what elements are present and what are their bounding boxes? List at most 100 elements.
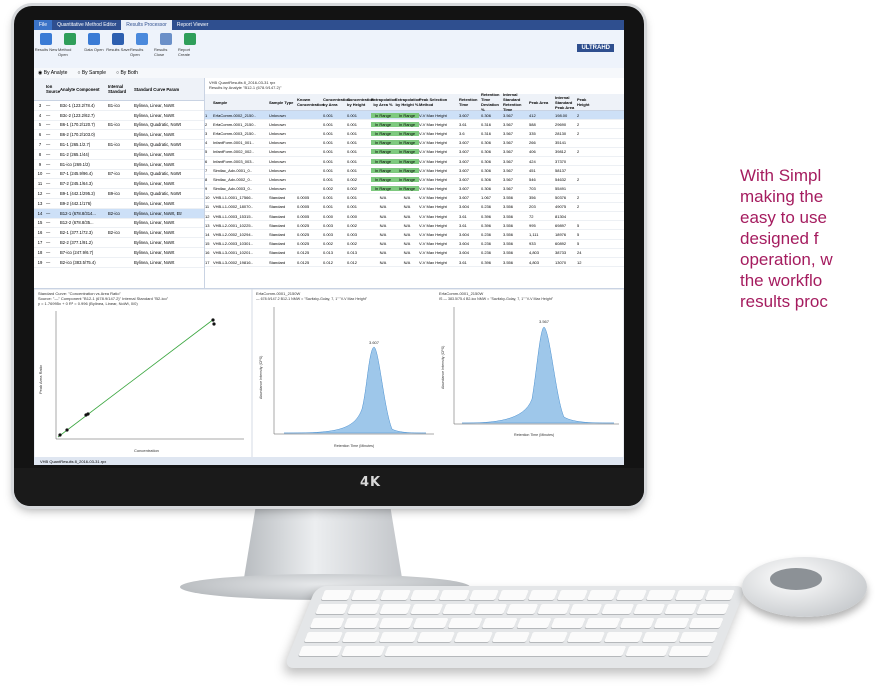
plots-panel: Standard Curve: "Concentration vs Area R… xyxy=(34,288,624,459)
analyte-row[interactable]: 8 — B1-2 (265.1/44) Bylinea, Linear, NoWt xyxy=(34,150,204,160)
analyte-row[interactable]: 6 — B6-2 (170.2/103.0) Bylinea, Linear, NoW… xyxy=(34,130,204,141)
grid-cell: N/A xyxy=(379,204,387,210)
grid-cell: In Range xyxy=(371,112,395,118)
ribbon: Results New Method Open Data Open Result… xyxy=(34,30,624,69)
grid-column-header[interactable]: Known Concentration xyxy=(297,97,324,107)
analyte-row[interactable]: 16— B2-1 (377.1/72.3) B2-ico Bylinea, Linea… xyxy=(34,228,204,239)
grid-cell: 0.003 xyxy=(323,222,334,228)
grid-column-header[interactable]: Concentration by Height xyxy=(347,97,374,107)
grid-cell: V-V Max Height xyxy=(419,158,447,164)
analyte-cell: 3 xyxy=(38,102,42,108)
grid-column-header[interactable]: Peak Selection Method xyxy=(419,97,459,107)
grid-row[interactable]: 9 Similac_Adv-0003_0.. Unknown 0.002 0.002 In… xyxy=(205,185,624,194)
analyte-row[interactable]: 13— B9-2 (442.1/176) Bylinea, Linear, NoWt xyxy=(34,199,204,209)
analyte-row[interactable]: 14— B12-1 (678.8/314... B2-ico Bylinea, Lin… xyxy=(34,208,204,219)
analyte-row[interactable]: 4 — B3c-2 (123.2/62.7) Bylinea, Linear, NoW… xyxy=(34,111,204,121)
tagline-line: results proc xyxy=(740,292,828,311)
grid-cell: 2 xyxy=(577,130,580,136)
grid-row[interactable]: 17 VHB-L3-0002_19816.. Standard 0.0125 0.012… xyxy=(205,258,624,268)
analyte-cell: — xyxy=(46,230,51,236)
grid-row[interactable]: 11 VHB-L1-0002_18070.. Standard 0.0005 0.001… xyxy=(205,203,624,213)
data-open-button[interactable]: Data Open xyxy=(82,30,106,68)
analyte-row[interactable]: 9 — B1-ico (269.1/2) Bylinea, Linear, NoWt xyxy=(34,160,204,170)
taskbar-results-file[interactable]: VHB QuantResults 8_2016-03-31.rpx xyxy=(40,459,106,464)
monitor-chin xyxy=(14,468,644,506)
grid-cell: 8 xyxy=(205,176,208,182)
grid-column-header[interactable]: Internal Standard Retention Time xyxy=(503,92,529,112)
grid-cell: 0.003 xyxy=(347,232,358,238)
grid-cell: In Range xyxy=(395,186,419,192)
analyte-row[interactable]: 15— B12-2 (678.8/35... Bylinea, Linear, No… xyxy=(34,219,204,229)
results-new-button[interactable]: Results New xyxy=(34,30,58,68)
results-new-icon xyxy=(40,33,52,45)
analyte-cell: Bylinea, Linear, NoWt xyxy=(134,259,175,265)
radio-by-sample[interactable]: ○ By Sample xyxy=(77,70,106,76)
grid-row[interactable]: 13 VHB-L2-0001_10225.. Standard 0.0025 0.003… xyxy=(205,221,624,231)
analyte-row[interactable]: 11— B7-2 (245.1/64.3) Bylinea, Linear, NoW… xyxy=(34,179,204,190)
grid-column-header[interactable]: Peak Height xyxy=(577,97,599,107)
grid-column-header[interactable]: Concentration by Area xyxy=(323,97,350,107)
grid-row[interactable]: 3 ErfaComm-0003_2150.. Unknown 0.001 0.001 In… xyxy=(205,129,624,139)
analyte-row[interactable]: 10— B7-1 (245.9/96.4) B7-ico Bylinea, Quadr… xyxy=(34,170,204,180)
grid-column-header[interactable]: Extrapolation by Area % xyxy=(371,97,397,107)
grid-column-header[interactable]: Internal Standard Peak Area xyxy=(555,95,577,110)
grid-cell: 0.306 xyxy=(481,176,492,182)
analyte-cell: Bylinea, Quadratic, NoWt xyxy=(134,171,182,177)
grid-cell: V-V Max Height xyxy=(419,167,447,173)
grid-column-header[interactable]: Peak Area xyxy=(529,100,555,105)
analyte-cell: B12-1 (678.8/314... xyxy=(60,210,96,216)
report-create-button[interactable]: Report Create xyxy=(178,30,202,68)
grid-row[interactable]: 12 VHB-L1-0003_15315.. Standard 0.0005 0.000… xyxy=(205,212,624,222)
results-close-button[interactable]: Results Close xyxy=(154,30,178,68)
tab-file[interactable]: File xyxy=(34,20,53,30)
grid-cell: N/A xyxy=(379,241,387,247)
grid-row[interactable]: 16 VHB-L3-0001_10201.. Standard 0.0125 0.013… xyxy=(205,249,624,258)
grid-row[interactable]: 2 ErfaComm-0001_2150.. Unknown 0.001 0.001 In… xyxy=(205,120,624,130)
analyte-row[interactable]: 12— B9-1 (442.1/295.2) B9-ico Bylinea, Quad… xyxy=(34,189,204,199)
grid-row[interactable]: 5 InfantForm-0002_002.. Unknown 0.001 0.001 I… xyxy=(205,148,624,157)
analyte-row[interactable]: 7 — B1-1 (265.1/2.7) B1-ico Bylinea, Quadrat… xyxy=(34,140,204,150)
analyte-row[interactable]: 17— B2-2 (377.1/91.2) Bylinea, Linear, NoW… xyxy=(34,238,204,248)
grid-column-header[interactable]: Sample Type xyxy=(269,100,297,105)
grid-row[interactable]: 15 VHB-L2-0003_10301.. Standard 0.0025 0.002… xyxy=(205,240,624,249)
analyte-row[interactable]: 18— B7-ico (247.9/6.7) Bylinea, Linear, No… xyxy=(34,248,204,258)
grid-row[interactable]: 1 ErfaComm-0002_2150.. Unknown 0.001 0.001 In… xyxy=(205,111,624,121)
grid-cell: 0.0025 xyxy=(297,232,310,238)
grid-row[interactable]: 8 Similac_Adv-0002_0.. Unknown 0.001 0.002 In… xyxy=(205,175,624,185)
grid-cell: 54632 xyxy=(555,176,567,182)
grid-column-header[interactable]: Retention Time xyxy=(459,97,481,107)
grid-column-header[interactable]: Retention Time Deviation % xyxy=(481,92,503,112)
analyte-row[interactable]: 3 — B3c-1 (123.2/78.4) B1-ico Bylinea, Linea… xyxy=(34,101,204,111)
tab-report-viewer[interactable]: Report Viewer xyxy=(172,20,214,30)
grid-cell: N/A xyxy=(379,213,387,219)
grid-cell: V-V Max Height xyxy=(419,213,447,219)
grid-cell: V-V Max Height xyxy=(419,186,447,192)
grid-row[interactable]: 4 InfantForm-0001_001.. Unknown 0.001 0.001 I… xyxy=(205,139,624,148)
column-header[interactable]: Ion Source xyxy=(46,84,60,94)
column-header[interactable]: Internal Standard xyxy=(108,84,134,94)
analyte-table-body: 3 — B3c-1 (123.2/78.4) B1-ico Bylinea, Linea… xyxy=(34,101,204,268)
results-open-button[interactable]: Results Open xyxy=(130,30,154,68)
grid-column-header[interactable]: Extrapolation by Height % xyxy=(395,97,421,107)
grid-column-header[interactable]: Sample xyxy=(213,100,269,105)
analyte-cell: B7-ico (247.9/6.7) xyxy=(60,249,94,255)
radio-by-both[interactable]: ○ By Both xyxy=(116,70,138,76)
curve-point xyxy=(212,322,216,326)
results-save-button[interactable]: Results Save xyxy=(106,30,130,68)
method-open-button[interactable]: Method Open xyxy=(58,30,82,68)
analyte-row[interactable]: 5 — B6-1 (170.2/120.7) B1-ico Bylinea, Quadr… xyxy=(34,121,204,131)
column-header[interactable]: Analyte Component xyxy=(60,87,108,92)
grid-cell: 0.002 xyxy=(347,222,358,228)
column-header[interactable]: Standard Curve Param xyxy=(134,87,204,92)
radio-by-analyte[interactable]: ◉ By Analyte xyxy=(38,70,67,76)
grid-cell: Standard xyxy=(269,250,286,256)
grid-row[interactable]: 10 VHB-L1-0001_17566.. Standard 0.0005 0.001… xyxy=(205,194,624,203)
tab-quant-method-editor[interactable]: Quantitative Method Editor xyxy=(52,20,121,30)
analyte-row[interactable]: 19— B2-ico (383.5/75.4) Bylinea, Linear, N… xyxy=(34,258,204,268)
grid-row[interactable]: 14 VHB-L2-0002_10294.. Standard 0.0025 0.003… xyxy=(205,230,624,240)
grid-row[interactable]: 7 Similac_Adv-0001_0.. Unknown 0.001 0.001 In… xyxy=(205,166,624,176)
grid-row[interactable]: 6 InfantForm-0003_003.. Unknown 0.001 0.001 I… xyxy=(205,157,624,167)
grid-cell: 35141 xyxy=(555,140,567,146)
tab-results-processor[interactable]: Results Processor xyxy=(121,20,172,30)
radio-label: By Sample xyxy=(81,70,107,76)
